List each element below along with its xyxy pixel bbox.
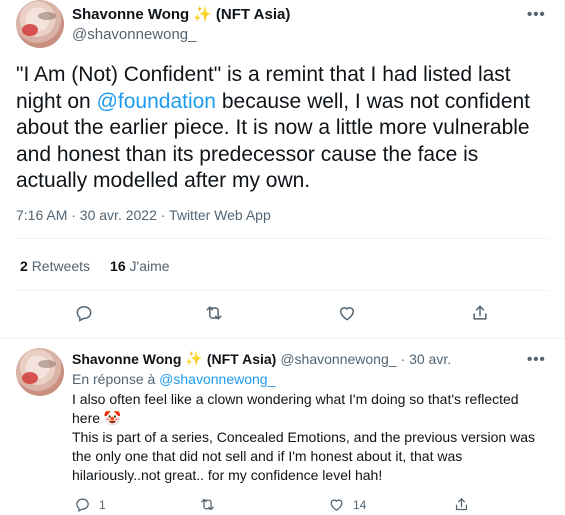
retweet-icon bbox=[201, 498, 214, 511]
reply-like-action[interactable]: 14 bbox=[328, 496, 366, 513]
share-icon[interactable] bbox=[466, 299, 494, 327]
reply-text-line2: This is part of a series, Concealed Emot… bbox=[72, 429, 536, 483]
tweet-stats: 2 Retweets 16 J'aime bbox=[20, 258, 170, 274]
reply-share-action[interactable] bbox=[453, 496, 470, 513]
reply-count: 1 bbox=[99, 497, 106, 512]
divider bbox=[0, 338, 565, 339]
reply-avatar[interactable] bbox=[16, 348, 64, 396]
reply-author-display-name[interactable]: Shavonne Wong bbox=[72, 351, 181, 367]
reply-icon[interactable] bbox=[70, 299, 98, 327]
divider bbox=[16, 290, 549, 291]
reply-text-line1: I also often feel like a clown wondering… bbox=[72, 391, 519, 426]
retweets-stat[interactable]: 2 Retweets bbox=[20, 258, 90, 274]
reply-author-row: Shavonne Wong ✨ (NFT Asia) @shavonnewong… bbox=[72, 350, 451, 367]
replying-handle-link[interactable]: @shavonnewong_ bbox=[159, 371, 275, 387]
reply-author-handle[interactable]: @shavonnewong_ bbox=[280, 351, 396, 367]
author-handle-row: @shavonnewong_ bbox=[72, 26, 196, 43]
like-icon bbox=[330, 499, 343, 511]
sparkles-icon: ✨ bbox=[185, 350, 203, 366]
tweet-timestamp[interactable]: 7:16 AM · 30 avr. 2022 · Twitter Web App bbox=[16, 207, 271, 223]
retweet-icon[interactable] bbox=[200, 299, 228, 327]
reply-reply-action[interactable]: 1 bbox=[74, 496, 106, 513]
reply-icon bbox=[76, 498, 89, 512]
author-row: Shavonne Wong ✨ (NFT Asia) bbox=[72, 5, 290, 24]
more-options-icon[interactable]: ••• bbox=[527, 6, 546, 23]
main-tweet: Shavonne Wong ✨ (NFT Asia) @shavonnewong… bbox=[0, 0, 565, 340]
reply-text: I also often feel like a clown wondering… bbox=[72, 390, 548, 485]
replying-to: En réponse à @shavonnewong_ bbox=[72, 371, 275, 387]
sparkles-icon: ✨ bbox=[193, 6, 212, 23]
avatar[interactable] bbox=[16, 0, 64, 48]
reply-date[interactable]: · 30 avr. bbox=[401, 351, 452, 367]
reply-author-name-suffix[interactable]: (NFT Asia) bbox=[207, 351, 276, 367]
reply-more-options-icon[interactable]: ••• bbox=[527, 351, 546, 368]
share-icon bbox=[455, 498, 468, 511]
tweet-actions bbox=[16, 299, 549, 327]
author-handle[interactable]: @shavonnewong_ bbox=[72, 26, 196, 43]
reply-actions: 1 14 bbox=[72, 495, 548, 515]
mention-link[interactable]: @foundation bbox=[97, 90, 216, 113]
divider bbox=[16, 238, 549, 239]
replying-prefix: En réponse à bbox=[72, 371, 160, 387]
likes-label: J'aime bbox=[129, 258, 170, 274]
author-display-name[interactable]: Shavonne Wong bbox=[72, 6, 189, 23]
retweets-label: Retweets bbox=[31, 258, 91, 274]
like-icon[interactable] bbox=[333, 299, 361, 327]
reply-retweet-action[interactable] bbox=[199, 496, 216, 513]
likes-count: 16 bbox=[110, 258, 126, 274]
retweets-count: 2 bbox=[20, 258, 28, 274]
like-count: 14 bbox=[353, 497, 367, 512]
tweet-text: "I Am (Not) Confident" is a remint that … bbox=[16, 62, 551, 195]
likes-stat[interactable]: 16 J'aime bbox=[110, 258, 170, 274]
author-name-suffix[interactable]: (NFT Asia) bbox=[216, 6, 290, 23]
